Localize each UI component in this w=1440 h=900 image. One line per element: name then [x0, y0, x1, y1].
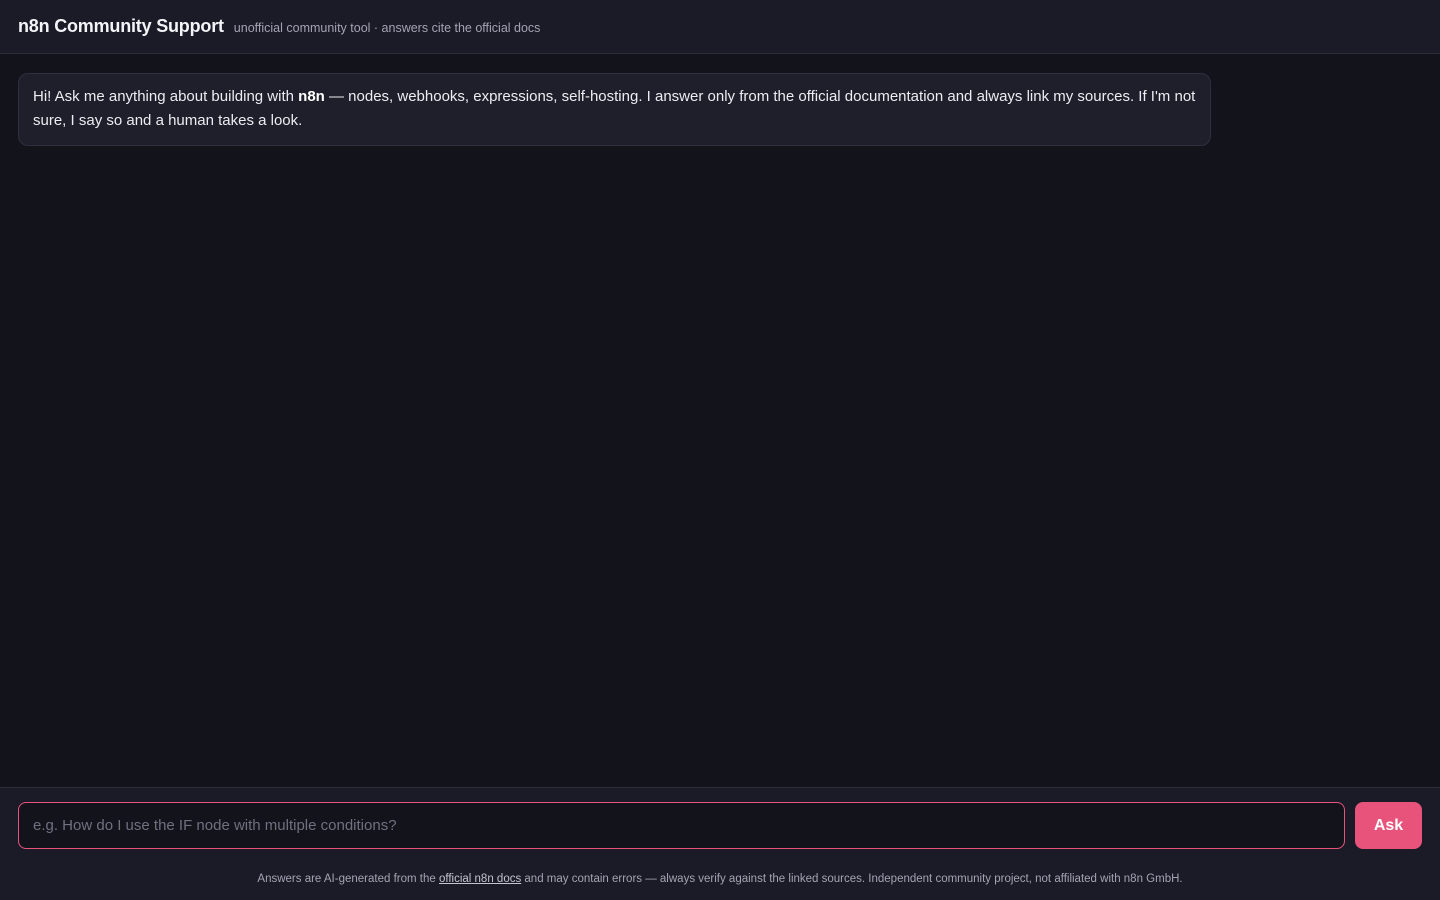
disclaimer-text-start: Answers are AI-generated from the: [257, 873, 439, 885]
assistant-message: Hi! Ask me anything about building with …: [18, 73, 1211, 146]
ask-button[interactable]: Ask: [1355, 802, 1422, 849]
app-root: n8n Community Support unofficial communi…: [0, 0, 1440, 900]
official-docs-link[interactable]: official n8n docs: [439, 873, 521, 885]
composer-row: Ask: [18, 802, 1422, 849]
app-title: n8n Community Support: [18, 16, 224, 36]
disclaimer: Answers are AI-generated from the offici…: [18, 873, 1422, 885]
app-subtitle: unofficial community tool · answers cite…: [233, 21, 541, 35]
message-brand-name: n8n: [298, 88, 325, 105]
app-header: n8n Community Support unofficial communi…: [0, 0, 1440, 54]
message-list: Hi! Ask me anything about building with …: [0, 54, 1440, 787]
question-input[interactable]: [18, 802, 1345, 849]
composer: Ask Answers are AI-generated from the of…: [0, 787, 1440, 900]
message-text-start: Hi! Ask me anything about building with: [33, 88, 299, 105]
disclaimer-text-end: and may contain errors — always verify a…: [521, 873, 1183, 885]
